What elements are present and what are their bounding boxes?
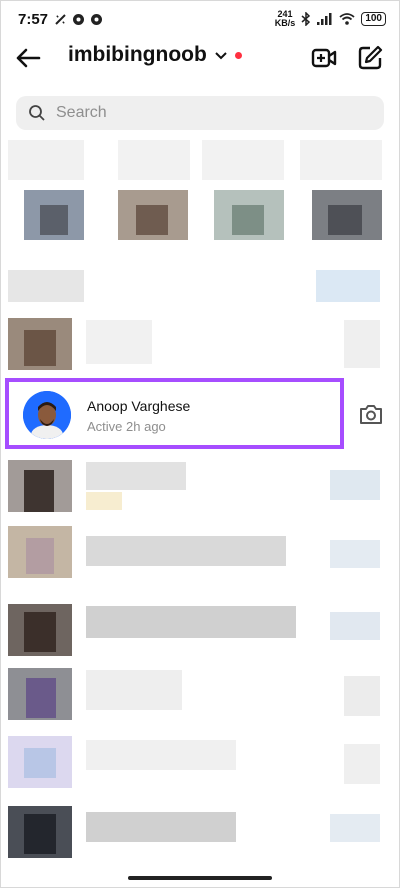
video-plus-icon[interactable]	[310, 44, 338, 72]
chat-contact-name: Anoop Varghese	[87, 398, 191, 414]
search-bar[interactable]	[16, 96, 384, 130]
signal-icon	[317, 13, 332, 25]
settings-status-icon	[55, 13, 66, 25]
battery-indicator: 100	[361, 12, 386, 26]
bluetooth-icon	[301, 12, 311, 26]
home-indicator[interactable]	[128, 876, 272, 880]
notification-dot	[234, 51, 242, 59]
app-status-icon	[73, 13, 85, 25]
search-icon	[29, 105, 45, 121]
status-left-icons	[54, 13, 103, 26]
wifi-icon	[339, 13, 355, 25]
chat-row-highlighted[interactable]: Anoop Varghese Active 2h ago	[5, 378, 344, 449]
search-input[interactable]	[56, 104, 356, 122]
account-switcher[interactable]: imbibingnoob	[68, 43, 242, 67]
arrow-left-icon[interactable]	[14, 44, 42, 72]
chat-active-status: Active 2h ago	[87, 419, 166, 434]
status-time: 7:57	[18, 10, 49, 28]
status-right: 241 KB/s 100	[275, 10, 386, 28]
avatar	[23, 391, 71, 439]
chevron-down-icon	[215, 48, 227, 63]
network-speed: 241 KB/s	[274, 9, 296, 28]
status-bar: 7:57 241 KB/s 100	[0, 0, 400, 38]
app-status-icon	[91, 13, 103, 25]
camera-icon[interactable]	[358, 402, 384, 426]
account-username: imbibingnoob	[68, 43, 207, 66]
top-bar: imbibingnoob	[0, 38, 400, 78]
compose-icon[interactable]	[356, 44, 384, 72]
